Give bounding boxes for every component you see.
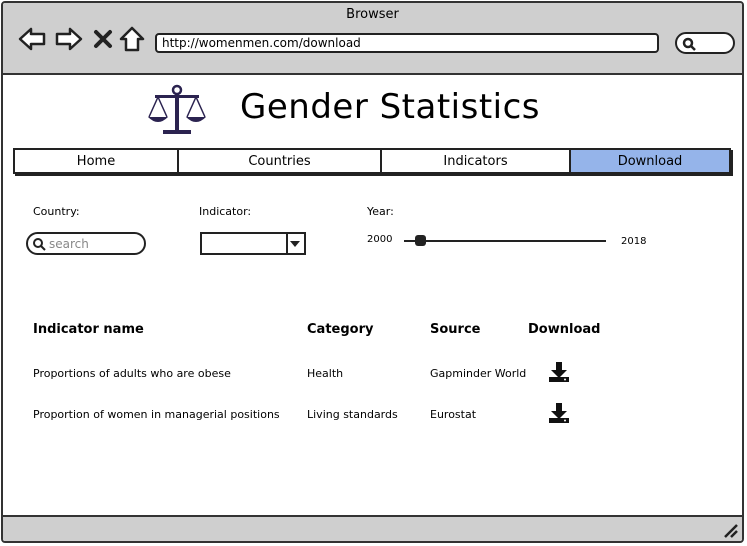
header-indicator-name: Indicator name — [33, 322, 144, 337]
browser-window: Browser http://womenmen.com/download Gen… — [1, 1, 744, 543]
indicator-select[interactable] — [200, 232, 306, 255]
search-placeholder: search — [49, 237, 89, 251]
search-icon — [682, 37, 696, 51]
scales-logo-icon — [148, 84, 206, 134]
forward-arrow-icon[interactable] — [54, 25, 84, 53]
home-icon[interactable] — [119, 25, 145, 53]
row-2-source: Eurostat — [430, 408, 477, 421]
header-source: Source — [430, 322, 481, 337]
row-1-category: Health — [307, 367, 344, 380]
download-icon[interactable] — [547, 402, 571, 424]
browser-statusbar — [3, 515, 742, 541]
tab-download[interactable]: Download — [571, 150, 729, 172]
dropdown-button[interactable] — [286, 234, 304, 253]
year-label: Year: — [367, 205, 394, 218]
row-1-indicator: Proportions of adults who are obese — [33, 367, 231, 380]
back-arrow-icon[interactable] — [17, 25, 47, 53]
header-category: Category — [307, 322, 374, 337]
address-bar[interactable]: http://womenmen.com/download — [155, 33, 659, 53]
search-icon — [33, 238, 46, 251]
year-max-label: 2018 — [621, 236, 647, 247]
page-title: Gender Statistics — [240, 87, 541, 127]
row-1-source: Gapminder World — [430, 367, 527, 380]
tab-countries[interactable]: Countries — [179, 150, 382, 172]
indicator-label: Indicator: — [199, 205, 252, 218]
tab-home[interactable]: Home — [15, 150, 179, 172]
year-min-label: 2000 — [367, 234, 393, 245]
header-download: Download — [528, 322, 601, 337]
tab-indicators[interactable]: Indicators — [382, 150, 571, 172]
year-slider-track[interactable] — [404, 240, 606, 242]
close-x-icon[interactable] — [92, 25, 114, 53]
country-label: Country: — [33, 205, 80, 218]
chevron-down-icon — [290, 241, 300, 247]
row-2-category: Living standards — [307, 408, 398, 421]
browser-search-field[interactable] — [675, 32, 735, 54]
resize-grip-icon[interactable] — [722, 522, 738, 538]
year-slider-thumb[interactable] — [415, 235, 426, 246]
browser-titlebar: Browser http://womenmen.com/download — [3, 3, 742, 75]
country-search-input[interactable]: search — [26, 232, 146, 255]
download-icon[interactable] — [547, 361, 571, 383]
row-2-indicator: Proportion of women in managerial positi… — [33, 408, 280, 421]
browser-title: Browser — [346, 7, 399, 22]
main-nav-tabs: Home Countries Indicators Download — [13, 148, 731, 174]
